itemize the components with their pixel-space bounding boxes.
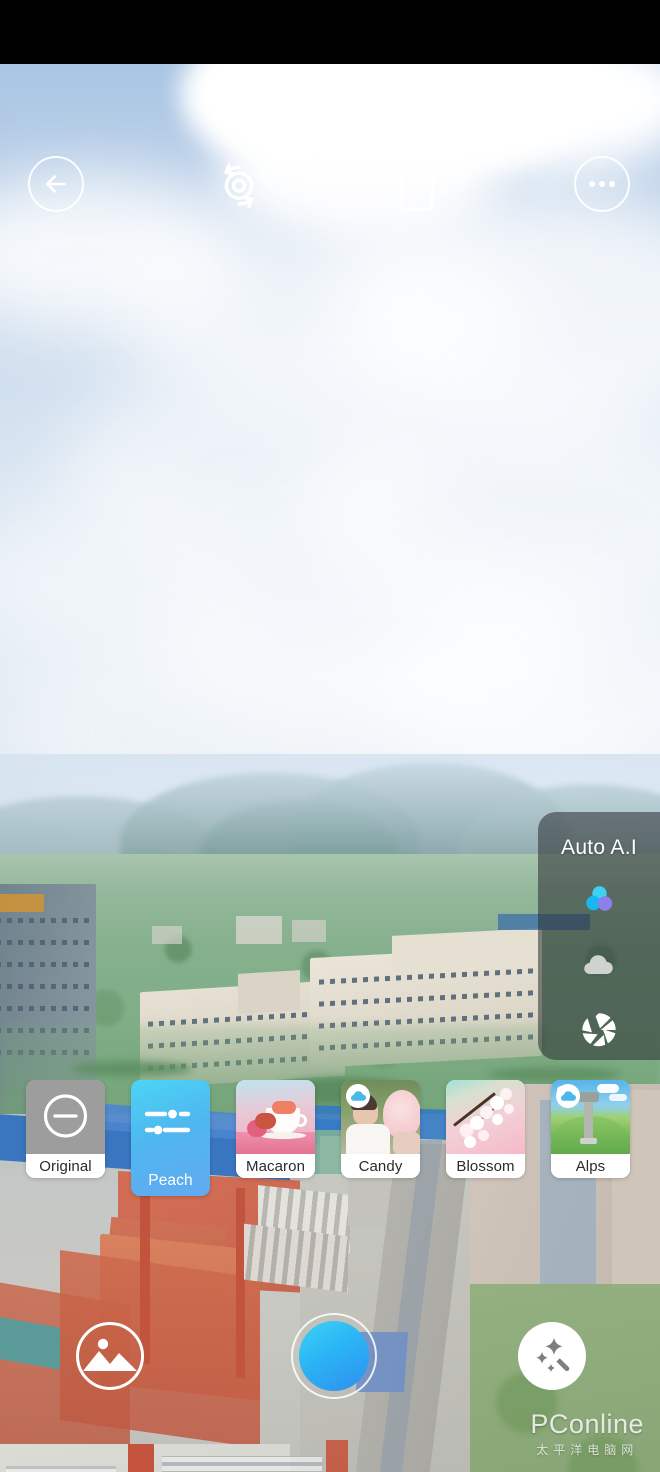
filter-carousel[interactable]: Original Peach Macaron Candy Blossom Alp… — [0, 1080, 660, 1200]
camera-flip-icon — [224, 163, 254, 208]
filter-tile-original[interactable]: Original — [26, 1080, 105, 1178]
mountain-photo-icon — [83, 1338, 137, 1371]
aspect-ratio-button[interactable] — [394, 158, 440, 214]
arrow-left-icon — [46, 175, 66, 193]
shutter-button[interactable] — [291, 1313, 377, 1399]
sky-weather-button[interactable] — [581, 948, 617, 980]
color-cluster-icon — [586, 886, 613, 911]
back-button[interactable] — [28, 156, 84, 212]
filter-label: Blossom — [446, 1154, 525, 1178]
filter-label: Peach — [148, 1172, 193, 1189]
filter-thumb — [446, 1080, 525, 1154]
beauty-effects-button[interactable] — [518, 1322, 586, 1390]
download-badge[interactable] — [556, 1084, 580, 1108]
filter-tile-blossom[interactable]: Blossom — [446, 1080, 525, 1178]
cloud-download-icon — [560, 1091, 576, 1101]
download-badge[interactable] — [346, 1084, 370, 1108]
shutter-ring — [291, 1313, 377, 1399]
magic-wand-sparkle-icon — [536, 1338, 570, 1372]
filter-label: Candy — [341, 1154, 420, 1178]
filter-thumb — [26, 1080, 105, 1154]
filter-thumb — [236, 1080, 315, 1154]
cloud-blob-icon — [584, 955, 613, 974]
filter-label: Macaron — [236, 1154, 315, 1178]
auto-ai-title: Auto A.I — [561, 836, 637, 859]
more-horizontal-icon — [589, 181, 615, 187]
camera-viewfinder[interactable]: Auto A.I Original Peach Macaron Candy Bl… — [0, 64, 660, 1472]
scene-recognition-button[interactable] — [581, 882, 617, 918]
phone-screen: Auto A.I Original Peach Macaron Candy Bl… — [0, 0, 660, 1472]
gallery-button[interactable] — [76, 1322, 144, 1390]
switch-camera-button[interactable] — [210, 156, 268, 214]
aperture-icon — [582, 1013, 616, 1047]
filter-label: Original — [26, 1154, 105, 1178]
filter-tile-peach[interactable]: Peach — [131, 1080, 210, 1196]
filter-tile-alps[interactable]: Alps — [551, 1080, 630, 1178]
more-icon-circle — [574, 156, 630, 212]
back-icon-circle — [28, 156, 84, 212]
status-bar — [0, 0, 660, 64]
filter-label: Alps — [551, 1154, 630, 1178]
filter-tile-macaron[interactable]: Macaron — [236, 1080, 315, 1178]
auto-ai-panel: Auto A.I — [538, 812, 660, 1060]
sliders-icon — [144, 1109, 191, 1135]
aperture-shutter-button[interactable] — [579, 1010, 619, 1050]
minus-circle-icon — [43, 1094, 88, 1138]
cloud-download-icon — [350, 1091, 366, 1101]
filter-tile-candy[interactable]: Candy — [341, 1080, 420, 1178]
more-options-button[interactable] — [574, 156, 630, 212]
phone-frame-icon — [399, 161, 435, 211]
bottom-toolbar — [0, 1313, 660, 1426]
top-toolbar — [0, 128, 660, 244]
